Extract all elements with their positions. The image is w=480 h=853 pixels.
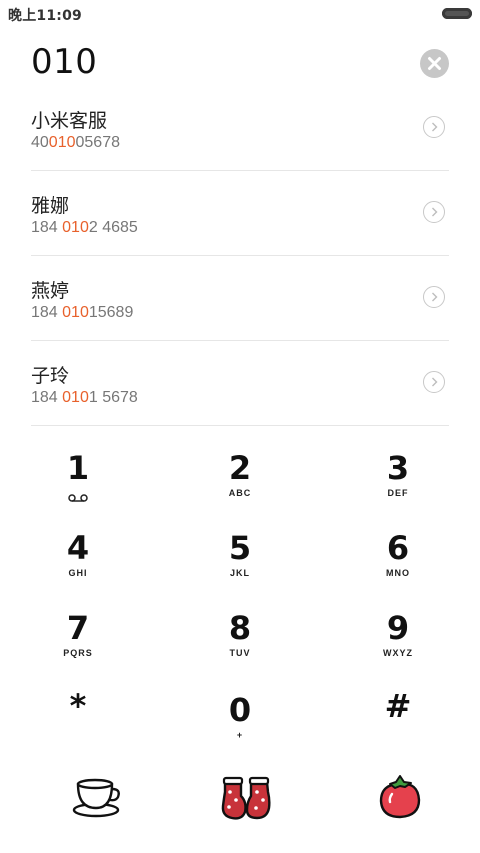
- number-match-highlight: 010: [62, 219, 89, 236]
- key-digit: 9: [386, 609, 410, 647]
- key-letters: PQRS: [63, 648, 93, 658]
- chevron-right-icon: [432, 377, 438, 387]
- key-digit: 2: [228, 449, 252, 487]
- number-match-highlight: 010: [62, 389, 89, 406]
- clear-icon: [428, 57, 441, 70]
- contact-number: 4001005678: [31, 134, 120, 151]
- key-digit: 5: [228, 529, 252, 567]
- key-letters: TUV: [229, 648, 251, 658]
- contact-row[interactable]: 子玲 184 0101 5678: [31, 341, 449, 426]
- tomato-button[interactable]: [370, 770, 430, 826]
- key-6[interactable]: 6 MNO: [338, 530, 458, 610]
- contact-detail-button[interactable]: [423, 371, 445, 393]
- tomato-icon: [379, 775, 421, 819]
- contact-name: 燕婷: [31, 280, 70, 302]
- key-4[interactable]: 4 GHI: [18, 530, 138, 610]
- key-9[interactable]: 9 WXYZ: [338, 610, 458, 690]
- chevron-right-icon: [432, 207, 438, 217]
- battery-icon: [442, 8, 472, 19]
- key-digit: 8: [228, 609, 252, 647]
- status-bar: 晚上11:09: [0, 0, 480, 28]
- voicemail-icon: [18, 488, 138, 502]
- contact-number: 184 0102 4685: [31, 219, 138, 236]
- chevron-right-icon: [432, 292, 438, 302]
- key-star[interactable]: *: [18, 688, 138, 768]
- contact-name: 子玲: [31, 365, 70, 387]
- key-5[interactable]: 5 JKL: [180, 530, 300, 610]
- number-match-highlight: 010: [48, 134, 76, 151]
- key-letters: +: [236, 730, 244, 740]
- key-digit: 3: [386, 449, 410, 487]
- contact-detail-button[interactable]: [423, 286, 445, 308]
- contact-detail-button[interactable]: [423, 201, 445, 223]
- clear-button[interactable]: [420, 49, 449, 78]
- key-letters: WXYZ: [383, 648, 413, 658]
- key-digit: 0: [228, 691, 252, 729]
- key-digit: 6: [386, 529, 410, 567]
- key-letters: ABC: [228, 488, 252, 498]
- teacup-icon: [72, 778, 120, 818]
- key-letters: DEF: [387, 488, 409, 498]
- dial-input[interactable]: 010: [31, 42, 97, 82]
- key-digit: *: [69, 687, 87, 725]
- key-8[interactable]: 8 TUV: [180, 610, 300, 690]
- chevron-right-icon: [432, 122, 438, 132]
- contact-name: 雅娜: [31, 195, 70, 217]
- key-3[interactable]: 3 DEF: [338, 450, 458, 530]
- key-digit: 4: [66, 529, 90, 567]
- key-digit: #: [384, 687, 412, 725]
- key-digit: 1: [66, 449, 90, 487]
- key-hash[interactable]: #: [338, 688, 458, 768]
- teacup-button[interactable]: [68, 770, 128, 826]
- key-7[interactable]: 7 PQRS: [18, 610, 138, 690]
- contact-match-list: 小米客服 4001005678 雅娜 184 0102 4685 燕婷 184 …: [31, 86, 449, 426]
- mittens-icon: [221, 776, 271, 820]
- contact-detail-button[interactable]: [423, 116, 445, 138]
- key-2[interactable]: 2 ABC: [180, 450, 300, 530]
- contact-name: 小米客服: [31, 110, 108, 132]
- contact-number: 184 01015689: [31, 304, 134, 321]
- key-digit: 7: [66, 609, 90, 647]
- key-letters: GHI: [68, 568, 88, 578]
- status-time: 晚上11:09: [8, 8, 82, 24]
- contact-number: 184 0101 5678: [31, 389, 138, 406]
- key-letters: MNO: [386, 568, 410, 578]
- mittens-button[interactable]: [217, 770, 277, 826]
- number-match-highlight: 010: [62, 304, 89, 321]
- contact-row[interactable]: 雅娜 184 0102 4685: [31, 171, 449, 256]
- contact-row[interactable]: 小米客服 4001005678: [31, 86, 449, 171]
- key-1[interactable]: 1: [18, 450, 138, 530]
- contact-row[interactable]: 燕婷 184 01015689: [31, 256, 449, 341]
- key-0[interactable]: 0 +: [180, 692, 300, 772]
- key-letters: JKL: [229, 568, 250, 578]
